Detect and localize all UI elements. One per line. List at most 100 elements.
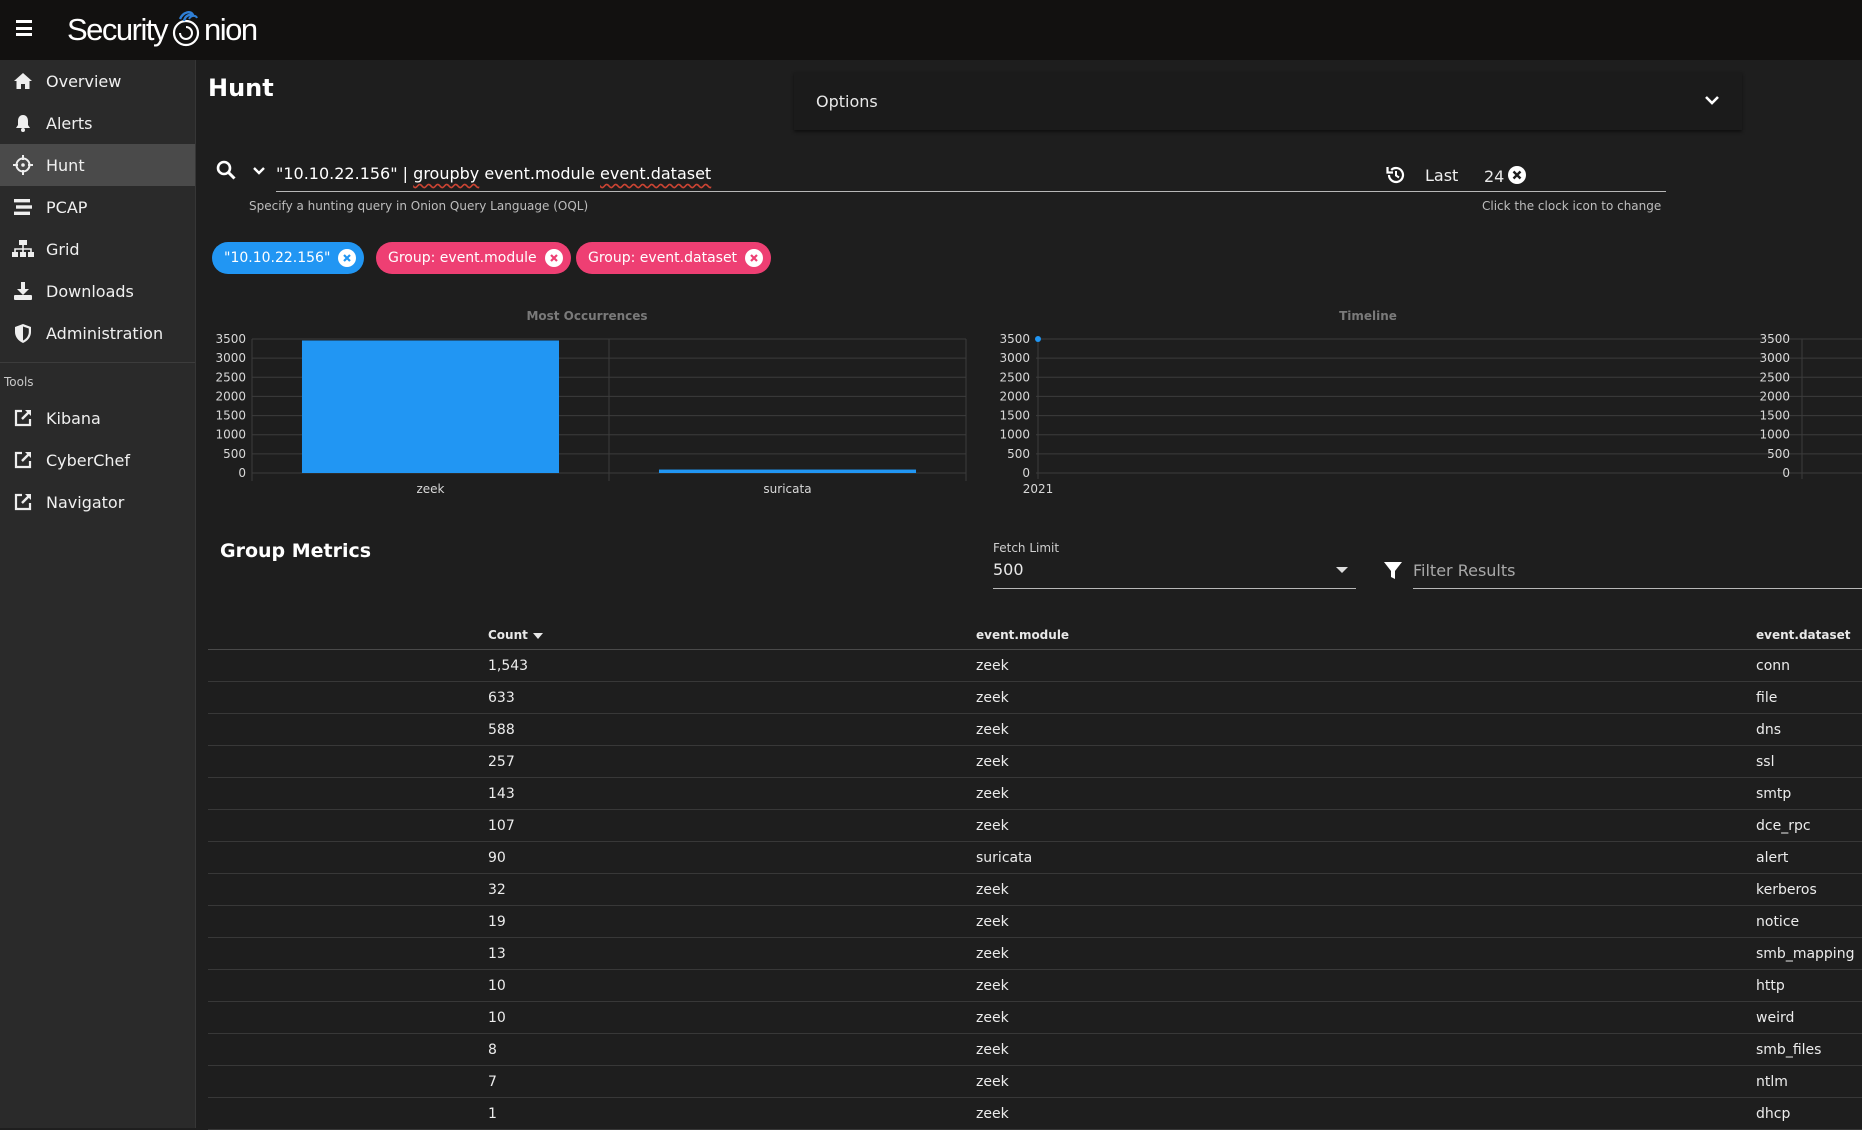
cell-count: 7	[488, 1074, 497, 1090]
cell-event-dataset: smb_mapping	[1756, 946, 1855, 962]
column-header-count[interactable]: Count	[488, 628, 543, 642]
external-link-icon	[12, 491, 34, 513]
cell-event-module: zeek	[976, 754, 1009, 770]
sidebar-item-alerts[interactable]: Alerts	[0, 102, 195, 144]
sidebar-item-label: Hunt	[46, 155, 85, 175]
cell-event-module: zeek	[976, 1010, 1009, 1026]
cell-count: 13	[488, 946, 506, 962]
cell-count: 1,543	[488, 658, 529, 674]
group-metrics-title: Group Metrics	[220, 540, 372, 562]
cell-count: 1	[488, 1106, 497, 1122]
sitemap-icon	[12, 238, 34, 260]
cell-count: 10	[488, 978, 506, 994]
sidebar-item-kibana[interactable]: Kibana	[0, 397, 195, 439]
sidebar-item-cyberchef[interactable]: CyberChef	[0, 439, 195, 481]
cell-count: 107	[488, 818, 515, 834]
table-row[interactable]: 13 zeek smb_mapping	[208, 938, 1862, 970]
sidebar-item-pcap[interactable]: PCAP	[0, 186, 195, 228]
cell-event-module: zeek	[976, 914, 1009, 930]
download-icon	[12, 280, 34, 302]
table-row[interactable]: 1,543 zeek conn	[208, 650, 1862, 682]
table-row[interactable]: 588 zeek dns	[208, 714, 1862, 746]
group-metrics-section: Group Metrics Fetch Limit 500 Filter Res…	[196, 0, 1862, 1130]
fetch-limit-select[interactable]: 500	[993, 557, 1356, 589]
sidebar: Overview Alerts Hunt PCAP Grid Downloads	[0, 60, 196, 1128]
sort-desc-icon	[532, 632, 543, 639]
cell-event-dataset: http	[1756, 978, 1785, 994]
cell-event-module: zeek	[976, 722, 1009, 738]
table-row[interactable]: 8 zeek smb_files	[208, 1034, 1862, 1066]
table-row[interactable]: 32 zeek kerberos	[208, 874, 1862, 906]
sidebar-item-label: Grid	[46, 239, 80, 259]
cell-count: 19	[488, 914, 506, 930]
column-header-label: Count	[488, 628, 528, 642]
cell-event-dataset: dhcp	[1756, 1106, 1791, 1122]
sidebar-item-label: Downloads	[46, 281, 134, 301]
filter-icon	[1384, 562, 1402, 579]
cell-event-dataset: ssl	[1756, 754, 1775, 770]
cell-event-dataset: weird	[1756, 1010, 1795, 1026]
sidebar-item-label: PCAP	[46, 197, 88, 217]
group-metrics-table: Count event.module event.dataset 1,543 ze…	[208, 616, 1862, 1130]
cell-event-dataset: file	[1756, 690, 1778, 706]
crosshairs-icon	[12, 154, 34, 176]
external-link-icon	[12, 449, 34, 471]
shield-icon	[12, 322, 34, 344]
sidebar-item-label: Alerts	[46, 113, 93, 133]
sidebar-item-downloads[interactable]: Downloads	[0, 270, 195, 312]
cell-event-dataset: kerberos	[1756, 882, 1817, 898]
table-row[interactable]: 10 zeek weird	[208, 1002, 1862, 1034]
cell-event-module: zeek	[976, 1042, 1009, 1058]
cell-event-dataset: dce_rpc	[1756, 818, 1811, 834]
cell-count: 143	[488, 786, 515, 802]
table-row[interactable]: 10 zeek http	[208, 970, 1862, 1002]
sidebar-item-label: CyberChef	[46, 450, 131, 470]
table-row[interactable]: 143 zeek smtp	[208, 778, 1862, 810]
cell-event-module: zeek	[976, 818, 1009, 834]
sidebar-item-navigator[interactable]: Navigator	[0, 481, 195, 523]
cell-event-dataset: smb_files	[1756, 1042, 1822, 1058]
table-row[interactable]: 257 zeek ssl	[208, 746, 1862, 778]
table-body: 1,543 zeek conn 633 zeek file 588 zeek dns 257 zee…	[208, 650, 1862, 1130]
cell-event-module: suricata	[976, 850, 1033, 866]
cell-event-module: zeek	[976, 882, 1009, 898]
sidebar-divider	[0, 362, 195, 363]
fetch-limit-label: Fetch Limit	[993, 541, 1060, 555]
cell-event-module: zeek	[976, 946, 1009, 962]
table-row[interactable]: 1 zeek dhcp	[208, 1098, 1862, 1130]
logo-text-left: Security	[67, 12, 168, 47]
table-row[interactable]: 633 zeek file	[208, 682, 1862, 714]
sidebar-item-label: Navigator	[46, 492, 125, 512]
cell-event-dataset: dns	[1756, 722, 1782, 738]
sidebar-item-hunt[interactable]: Hunt	[0, 144, 195, 186]
bell-icon	[12, 112, 34, 134]
filter-results-input[interactable]: Filter Results	[1413, 557, 1862, 589]
cell-count: 90	[488, 850, 506, 866]
table-row[interactable]: 19 zeek notice	[208, 906, 1862, 938]
sidebar-item-label: Administration	[46, 323, 164, 343]
sidebar-item-administration[interactable]: Administration	[0, 312, 195, 354]
cell-count: 257	[488, 754, 515, 770]
cell-event-dataset: alert	[1756, 850, 1789, 866]
sidebar-item-grid[interactable]: Grid	[0, 228, 195, 270]
cell-count: 10	[488, 1010, 506, 1026]
column-header-event-dataset[interactable]: event.dataset	[1756, 628, 1850, 642]
home-icon	[12, 70, 34, 92]
stream-icon	[12, 196, 34, 218]
cell-event-dataset: conn	[1756, 658, 1791, 674]
sidebar-item-label: Overview	[46, 71, 122, 91]
table-row[interactable]: 107 zeek dce_rpc	[208, 810, 1862, 842]
cell-event-dataset: ntlm	[1756, 1074, 1788, 1090]
cell-event-dataset: smtp	[1756, 786, 1792, 802]
sidebar-section-tools: Tools	[4, 375, 34, 389]
cell-event-module: zeek	[976, 690, 1009, 706]
fetch-limit-value: 500	[993, 560, 1024, 579]
table-row[interactable]: 90 suricata alert	[208, 842, 1862, 874]
cell-event-module: zeek	[976, 658, 1009, 674]
menu-icon[interactable]	[14, 19, 34, 37]
column-header-event-module[interactable]: event.module	[976, 628, 1069, 642]
cell-event-module: zeek	[976, 1074, 1009, 1090]
cell-count: 588	[488, 722, 515, 738]
sidebar-item-overview[interactable]: Overview	[0, 60, 195, 102]
table-row[interactable]: 7 zeek ntlm	[208, 1066, 1862, 1098]
